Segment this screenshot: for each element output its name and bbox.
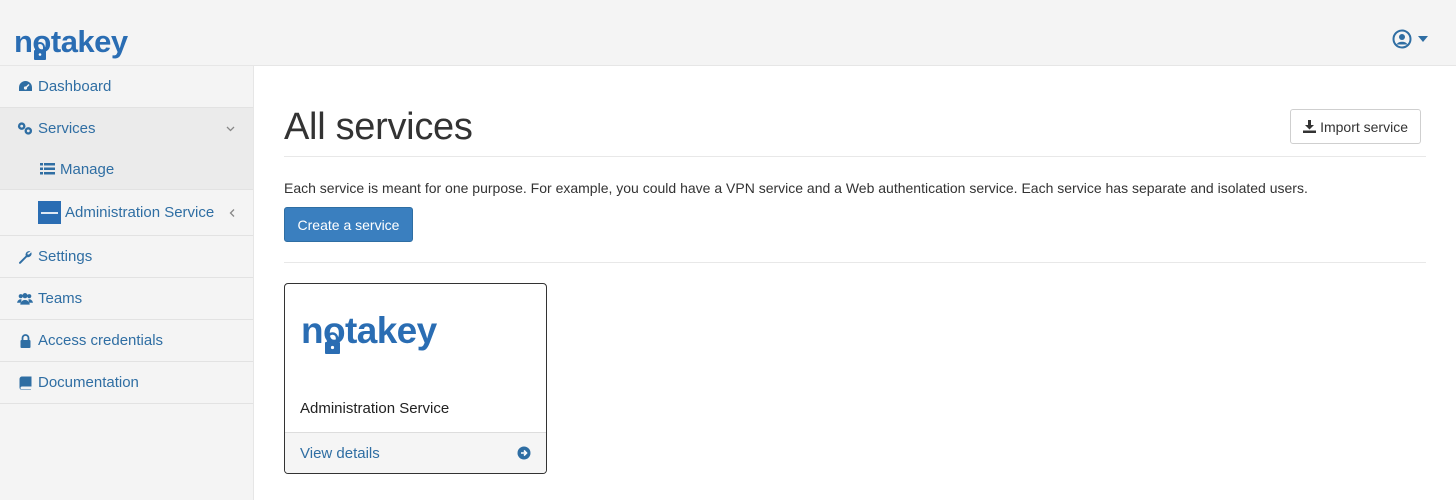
list-icon bbox=[39, 161, 55, 177]
sidebar-item-dashboard[interactable]: Dashboard bbox=[0, 66, 253, 108]
service-card-footer[interactable]: View details bbox=[285, 432, 546, 473]
page-title: All services bbox=[284, 106, 473, 148]
arrow-circle-right-icon[interactable] bbox=[517, 446, 531, 460]
title-divider bbox=[284, 156, 1426, 157]
service-logo-text: notakey bbox=[301, 310, 437, 351]
sidebar-item-label: Access credentials bbox=[38, 332, 164, 349]
import-service-label: Import service bbox=[1320, 118, 1408, 135]
service-thumbnail bbox=[38, 201, 61, 224]
service-card[interactable]: notakey Administration Service View deta… bbox=[284, 283, 547, 474]
sidebar-item-documentation[interactable]: Documentation bbox=[0, 362, 253, 404]
users-icon bbox=[17, 291, 33, 307]
main-content: All services Import service Each service… bbox=[255, 66, 1456, 500]
sidebar-item-label: Manage bbox=[60, 160, 115, 178]
logo-lock-icon bbox=[34, 42, 46, 60]
sidebar-item-label: Teams bbox=[38, 290, 83, 307]
services-icon bbox=[17, 121, 33, 137]
download-icon bbox=[1303, 120, 1317, 133]
sidebar-item-label: Dashboard bbox=[38, 78, 112, 95]
chevron-down-icon bbox=[226, 126, 235, 131]
create-service-button[interactable]: Create a service bbox=[284, 207, 413, 242]
dashboard-icon bbox=[17, 79, 33, 95]
view-details-link[interactable]: View details bbox=[300, 445, 380, 462]
chevron-left-icon bbox=[229, 208, 235, 217]
logo-text: notakey bbox=[14, 24, 128, 59]
sidebar-item-administration-service[interactable]: Administration Service bbox=[0, 190, 253, 236]
sidebar-item-settings[interactable]: Settings bbox=[0, 236, 253, 278]
service-logo: notakey bbox=[301, 310, 437, 354]
sidebar-item-label: Administration Service bbox=[65, 204, 215, 221]
service-logo-lock-icon bbox=[325, 332, 340, 354]
page-description: Each service is meant for one purpose. F… bbox=[284, 180, 1308, 196]
app-logo[interactable]: notakey bbox=[14, 26, 128, 62]
lock-icon bbox=[17, 333, 33, 349]
wrench-icon bbox=[17, 249, 33, 265]
caret-down-icon bbox=[1418, 36, 1428, 42]
top-bar: notakey bbox=[0, 0, 1456, 66]
sidebar-item-services[interactable]: Services bbox=[0, 108, 253, 149]
section-divider bbox=[284, 262, 1426, 263]
sidebar: Dashboard Services Manage Administration… bbox=[0, 66, 254, 500]
user-menu[interactable] bbox=[1392, 29, 1428, 49]
sidebar-item-teams[interactable]: Teams bbox=[0, 278, 253, 320]
book-icon bbox=[17, 375, 33, 391]
sidebar-item-manage[interactable]: Manage bbox=[0, 149, 253, 190]
sidebar-item-label: Settings bbox=[38, 248, 93, 265]
import-service-button[interactable]: Import service bbox=[1290, 109, 1421, 144]
sidebar-item-label: Documentation bbox=[38, 374, 139, 391]
service-name: Administration Service bbox=[300, 400, 450, 417]
sidebar-item-label: Services bbox=[38, 120, 96, 137]
user-circle-icon bbox=[1392, 29, 1412, 49]
sidebar-item-access-credentials[interactable]: Access credentials bbox=[0, 320, 253, 362]
